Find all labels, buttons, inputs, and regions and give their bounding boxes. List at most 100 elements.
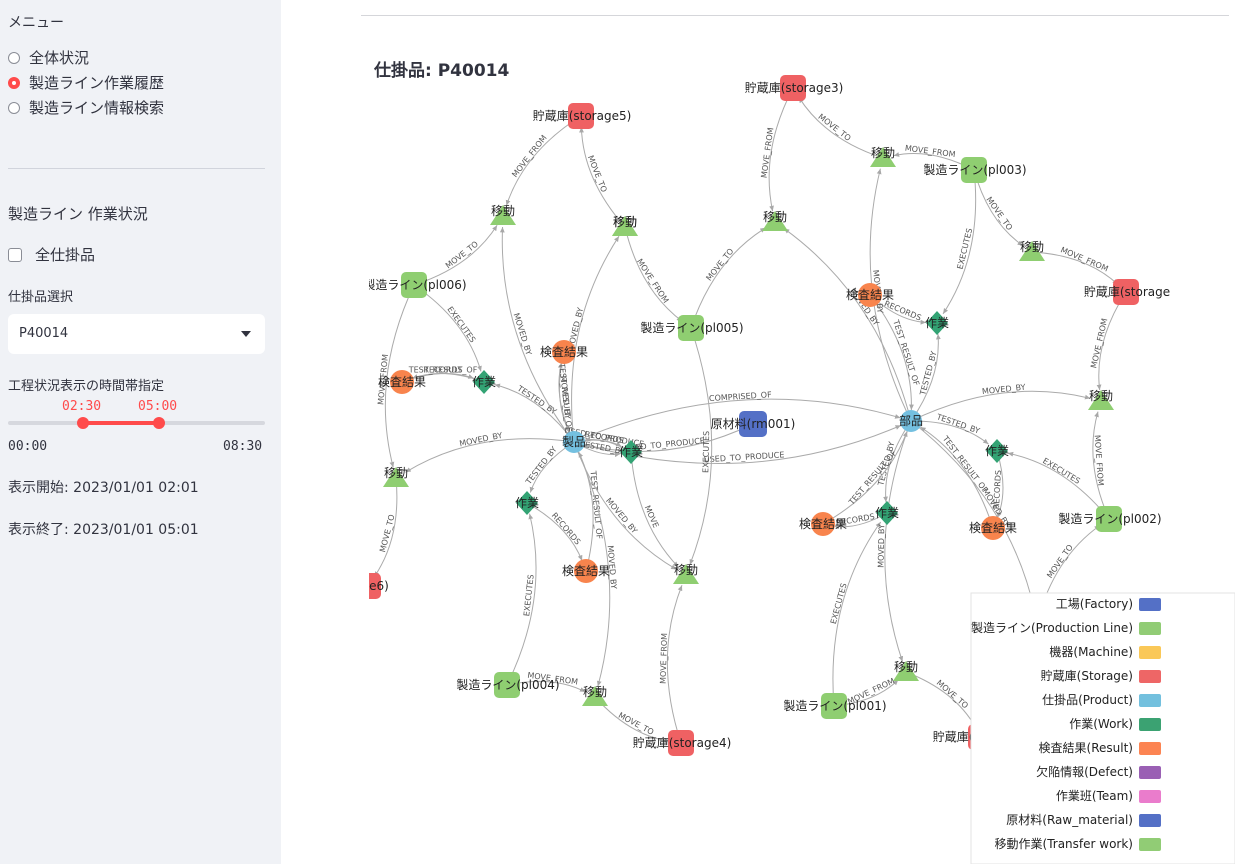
graph-node-storage[interactable]: 貯蔵庫(storage3)	[745, 75, 844, 101]
node-label: 部品	[899, 413, 923, 428]
menu-item-label: 製造ライン情報検索	[29, 99, 165, 117]
node-label: 製造ライン(pl006)	[363, 278, 466, 292]
menu-item-line-history[interactable]: 製造ライン作業履歴	[8, 72, 164, 93]
graph-node-move[interactable]: 移動	[612, 215, 638, 236]
graph-node-raw[interactable]: 原材料(rm001)	[711, 411, 796, 437]
graph-edge	[505, 115, 582, 206]
radio-icon[interactable]	[8, 101, 20, 114]
graph-node-move[interactable]: 移動	[490, 204, 516, 225]
graph-node-work[interactable]: 作業	[875, 501, 899, 525]
graph-node-move[interactable]: 移動	[870, 146, 896, 167]
graph-node-move[interactable]: 移動	[383, 466, 409, 487]
edge-label: TESTED_BY	[918, 350, 939, 397]
graph-node-result[interactable]: 検査結果	[562, 559, 610, 583]
edge-label: MOVE_FROM	[659, 633, 670, 684]
node-label: 検査結果	[378, 375, 426, 389]
node-label: 検査結果	[562, 564, 610, 578]
graph-node-move[interactable]: 移動	[582, 685, 608, 706]
edge-label: EXECUTES	[522, 574, 536, 617]
edge-label: TEST_RESULT_OF	[940, 434, 990, 495]
legend-swatch[interactable]	[1139, 670, 1161, 683]
menu-item-line-search[interactable]: 製造ライン情報検索	[8, 97, 164, 118]
node-label: 製造ライン(pl002)	[1058, 512, 1161, 526]
graph-node-move[interactable]: 移動	[673, 563, 699, 584]
legend-swatch[interactable]	[1139, 598, 1161, 611]
graph-node-line[interactable]: 製造ライン(pl005)	[640, 315, 744, 341]
node-label: 移動	[384, 466, 408, 480]
graph-node-work[interactable]: 作業	[515, 491, 539, 515]
legend-swatch[interactable]	[1139, 694, 1161, 707]
graph-node-line[interactable]: 製造ライン(pl006)	[363, 272, 467, 298]
graph-node-line[interactable]: 製造ライン(pl002)	[1058, 506, 1162, 532]
edge-label: MOVE_TO	[704, 247, 735, 283]
node-label: 移動	[583, 685, 607, 699]
graph-node-move[interactable]: 移動	[762, 210, 788, 231]
graph-node-move[interactable]: 移動	[1088, 389, 1114, 410]
graph-node-result[interactable]: 検査結果	[969, 516, 1017, 540]
menu-item-overall[interactable]: 全体状況	[8, 47, 89, 68]
legend-swatch[interactable]	[1139, 790, 1161, 803]
graph-node-product[interactable]: 製品	[562, 431, 586, 453]
wip-select[interactable]: P40014	[8, 314, 265, 354]
node-label: 検査結果	[540, 345, 588, 359]
edge-label: MOVED_BY	[982, 383, 1026, 397]
edge-label: EXECUTES	[701, 431, 711, 473]
graph-node-result[interactable]: 検査結果	[799, 512, 847, 536]
node-label: 移動	[1020, 240, 1044, 254]
legend-label: 貯蔵庫(Storage)	[1041, 669, 1133, 683]
checkbox-icon[interactable]	[8, 247, 22, 262]
edge-label: TESTED_BY	[515, 383, 558, 416]
display-end: 表示終了: 2023/01/01 05:01	[8, 522, 199, 538]
graph-node-storage[interactable]: 貯蔵庫(storage5)	[533, 103, 632, 129]
page-title: 仕掛品: P40014	[373, 60, 509, 81]
legend-swatch[interactable]	[1139, 742, 1161, 755]
legend-swatch[interactable]	[1139, 838, 1161, 851]
edge-label: COMPRISED_OF	[709, 390, 773, 403]
node-label: 製造ライン(pl004)	[456, 678, 559, 692]
graph-node-work[interactable]: 作業	[985, 439, 1009, 463]
node-label: 製造ライン(pl001)	[783, 699, 886, 713]
node-label: 移動	[871, 146, 895, 160]
legend-label: 作業班(Team)	[1056, 789, 1133, 803]
slider-low-value: 02:30	[62, 399, 102, 414]
legend-swatch[interactable]	[1139, 718, 1161, 731]
edge-label: TEST_RESULT_OF	[847, 448, 899, 507]
graph-canvas[interactable]: 仕掛品: P40014 MOVE_FROM MOVE_TO MOVE_TO EXECU…	[281, 0, 1235, 864]
legend-swatch[interactable]	[1139, 646, 1161, 659]
all-wip-checkbox[interactable]: 全仕掛品	[8, 244, 95, 265]
node-label: 移動	[491, 204, 515, 218]
graph-edge	[630, 451, 679, 568]
edge-label: MOVE_FROM	[1093, 435, 1105, 487]
graph-node-work[interactable]: 作業	[925, 311, 949, 335]
edge-label: TEST_RESULT_OF	[408, 366, 478, 375]
legend-swatch[interactable]	[1139, 814, 1161, 827]
edge-label: MOVED_BY	[459, 431, 504, 448]
menu-item-label: 製造ライン作業履歴	[29, 74, 165, 92]
sidebar-divider	[8, 168, 265, 169]
graph-node-line[interactable]: 製造ライン(pl003)	[923, 157, 1027, 183]
graph-node-move[interactable]: 移動	[893, 660, 919, 681]
legend-label: 欠陥情報(Defect)	[1036, 764, 1133, 779]
node-label: 作業	[875, 506, 899, 520]
legend-swatch[interactable]	[1139, 622, 1161, 635]
graph-node-product[interactable]: 部品	[899, 410, 923, 432]
main-area: 仕掛品: P40014 MOVE_FROM MOVE_TO MOVE_TO EXECU…	[281, 0, 1235, 864]
slider-min-label: 00:00	[8, 439, 48, 454]
caret-down-icon[interactable]	[241, 331, 251, 337]
slider-high-handle[interactable]	[153, 417, 165, 429]
edge-label: MOVE_FROM	[760, 127, 776, 179]
graph-node-move[interactable]: 移動	[1019, 240, 1045, 261]
edge-label: MOVE_TO	[444, 240, 480, 271]
radio-icon[interactable]	[8, 51, 20, 64]
legend-swatch[interactable]	[1139, 766, 1161, 779]
slider-low-handle[interactable]	[77, 417, 89, 429]
graph-node-result[interactable]: 検査結果	[540, 340, 588, 364]
edge-label: MOVE_TO	[816, 112, 852, 143]
edge-label: MOVE_TO	[617, 711, 655, 737]
node-label: 作業	[472, 375, 496, 389]
time-range-label: 工程状況表示の時間帯指定	[8, 379, 165, 394]
radio-selected-icon[interactable]	[8, 76, 20, 89]
graph-node-storage[interactable]: rage6)	[349, 573, 389, 599]
graph-node-storage[interactable]: 貯蔵庫(storage	[1084, 279, 1170, 305]
edge-label: MOVE_FROM	[510, 133, 549, 179]
